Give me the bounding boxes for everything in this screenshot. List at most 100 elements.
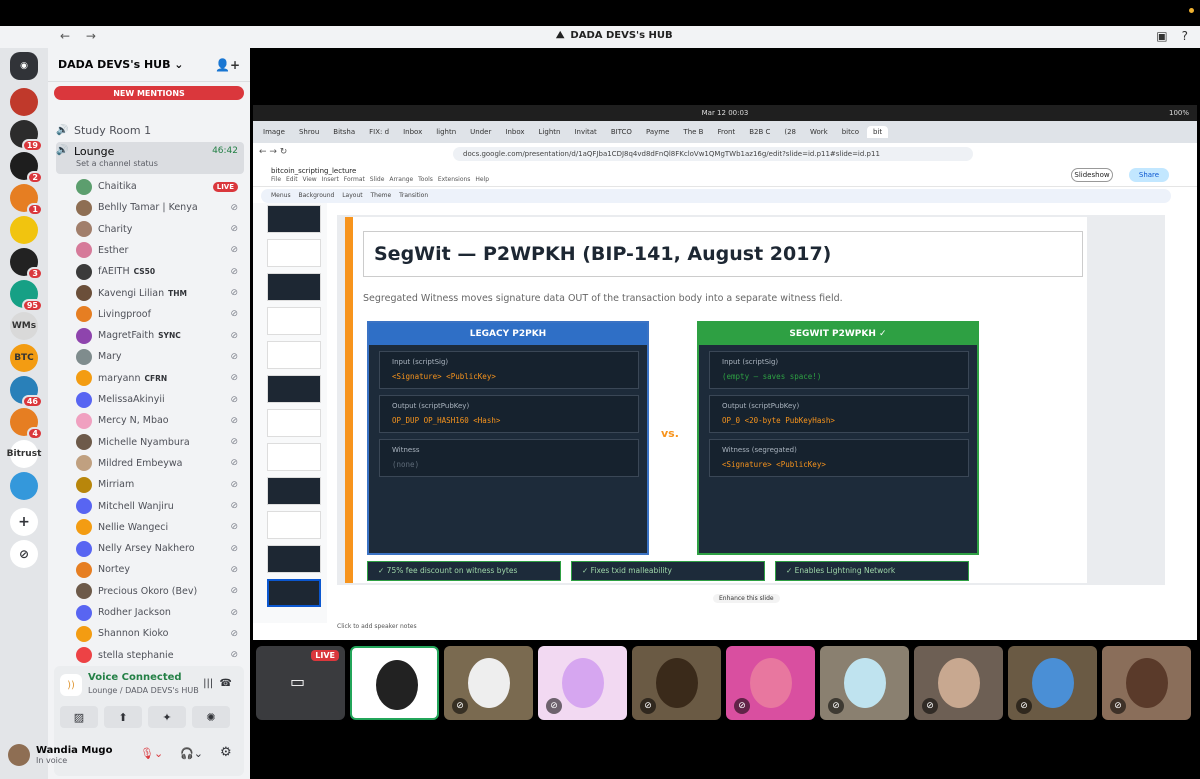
- browser-tab[interactable]: bitco: [836, 126, 865, 138]
- slide-thumbnail[interactable]: [267, 205, 321, 233]
- voice-member[interactable]: stella stephanie ⊘: [76, 645, 242, 666]
- mic-muted-icon[interactable]: 🎙⌄: [140, 747, 163, 760]
- back-forward-nav[interactable]: ← →: [60, 29, 102, 43]
- browser-tab[interactable]: bit: [867, 126, 889, 138]
- server-icon[interactable]: 4: [10, 408, 43, 440]
- camera-off-button[interactable]: ▨: [60, 706, 98, 728]
- browser-tab[interactable]: Bitsha: [327, 126, 361, 138]
- explore-icon[interactable]: ⊘: [10, 540, 38, 568]
- channel-lounge[interactable]: 🔊 Lounge 46:42 Set a channel status: [56, 142, 244, 174]
- channel-status[interactable]: Set a channel status: [76, 159, 158, 168]
- help-icon[interactable]: ?: [1182, 29, 1188, 43]
- slide[interactable]: SegWit — P2WPKH (BIP-141, August 2017) S…: [345, 217, 1087, 583]
- browser-tab[interactable]: (28: [778, 126, 802, 138]
- browser-tab[interactable]: Lightn: [533, 126, 567, 138]
- slide-thumbnail[interactable]: [267, 511, 321, 539]
- server-icon[interactable]: 3: [10, 248, 43, 280]
- browser-tab[interactable]: FIX: d: [363, 126, 395, 138]
- browser-tab[interactable]: Payme: [640, 126, 675, 138]
- participant-tile[interactable]: ⊘: [444, 646, 533, 720]
- voice-member[interactable]: Nortey ⊘: [76, 559, 242, 580]
- inbox-icon[interactable]: ▣: [1156, 29, 1167, 43]
- voice-member[interactable]: Precious Okoro (Bev) ⊘: [76, 581, 242, 602]
- shared-screen[interactable]: Mar 12 00:03 100% Image Shrou Bitsha FIX: dI…: [253, 105, 1197, 640]
- invite-icon[interactable]: 👤+: [215, 58, 240, 72]
- voice-member[interactable]: MelissaAkinyii ⊘: [76, 389, 242, 410]
- address-bar[interactable]: docs.google.com/presentation/d/1aQFJba1C…: [453, 147, 973, 161]
- voice-member[interactable]: Mildred Embeywa ⊘: [76, 453, 242, 474]
- settings-icon[interactable]: ⚙: [220, 745, 232, 760]
- voice-member[interactable]: Behlly Tamar | Kenya ⊘: [76, 197, 242, 218]
- server-icon[interactable]: [10, 216, 38, 244]
- voice-member[interactable]: maryann CFRN ⊘: [76, 368, 242, 389]
- server-icon[interactable]: Bitrust: [7, 440, 41, 468]
- browser-tab[interactable]: BITCO: [605, 126, 638, 138]
- participant-tile[interactable]: ⊘: [1102, 646, 1191, 720]
- browser-tab[interactable]: B2B C: [743, 126, 776, 138]
- server-icon[interactable]: 46: [10, 376, 43, 408]
- add-server-icon[interactable]: +: [10, 508, 38, 536]
- slide-thumbnail[interactable]: [267, 443, 321, 471]
- soundboard-button[interactable]: ✺: [192, 706, 230, 728]
- participant-tile[interactable]: ⊘: [538, 646, 627, 720]
- server-icon[interactable]: 19: [10, 120, 43, 152]
- channel-study-room[interactable]: 🔊 Study Room 1: [56, 120, 244, 140]
- slide-thumbnail[interactable]: [267, 545, 321, 573]
- participant-tile[interactable]: ⊘: [1008, 646, 1097, 720]
- browser-tab[interactable]: The B: [677, 126, 709, 138]
- voice-member[interactable]: MagretFaith SYNC ⊘: [76, 325, 242, 346]
- voice-member[interactable]: Rodher Jackson ⊘: [76, 602, 242, 623]
- voice-member[interactable]: Nelly Arsey Nakhero ⊘: [76, 538, 242, 559]
- participant-tile[interactable]: ⊘: [914, 646, 1003, 720]
- voice-member[interactable]: Kavengi Lilian THM ⊘: [76, 283, 242, 304]
- voice-member[interactable]: Nellie Wangeci ⊘: [76, 517, 242, 538]
- signal-icon[interactable]: ||| ☎: [203, 678, 232, 689]
- voice-member[interactable]: Chaitika LIVE: [76, 176, 242, 197]
- slide-thumbnail[interactable]: [267, 477, 321, 505]
- slide-thumbnail[interactable]: [267, 273, 321, 301]
- browser-tab[interactable]: Inbox: [397, 126, 428, 138]
- doc-menu[interactable]: File Edit View Insert Format Slide Arran…: [271, 176, 489, 183]
- server-icon[interactable]: BTC: [10, 344, 38, 372]
- voice-member[interactable]: Mirriam ⊘: [76, 474, 242, 495]
- activities-button[interactable]: ✦: [148, 706, 186, 728]
- enhance-slide-button[interactable]: Enhance this slide: [713, 594, 780, 603]
- speaker-notes[interactable]: Click to add speaker notes: [337, 623, 417, 630]
- slide-thumbnail[interactable]: [267, 239, 321, 267]
- new-mentions-button[interactable]: NEW MENTIONS: [54, 86, 244, 100]
- voice-member[interactable]: fAEITH CS50 ⊘: [76, 261, 242, 282]
- server-icon[interactable]: [10, 472, 38, 500]
- share-screen-button[interactable]: ⬆: [104, 706, 142, 728]
- browser-tab[interactable]: lightn: [430, 126, 462, 138]
- participant-tile[interactable]: ⊘: [632, 646, 721, 720]
- doc-title[interactable]: bitcoin_scripting_lecture: [271, 167, 356, 175]
- slide-thumbnail[interactable]: [267, 409, 321, 437]
- browser-tab[interactable]: Invitat: [568, 126, 602, 138]
- browser-tab[interactable]: Front: [711, 126, 741, 138]
- browser-tab[interactable]: Shrou: [293, 126, 325, 138]
- voice-member[interactable]: Mercy N, Mbao ⊘: [76, 410, 242, 431]
- discord-home-icon[interactable]: ◉: [10, 52, 38, 80]
- voice-member[interactable]: Esther ⊘: [76, 240, 242, 261]
- server-icon[interactable]: 95: [10, 280, 43, 312]
- headphones-icon[interactable]: 🎧⌄: [180, 747, 203, 760]
- server-icon[interactable]: [10, 88, 38, 116]
- browser-tab[interactable]: Under: [464, 126, 497, 138]
- server-icon[interactable]: WMs: [10, 312, 38, 340]
- voice-member[interactable]: Shannon Kioko ⊘: [76, 623, 242, 644]
- participant-tile[interactable]: ⊘: [820, 646, 909, 720]
- server-icon[interactable]: 2: [10, 152, 43, 184]
- server-icon[interactable]: 1: [10, 184, 43, 216]
- browser-tab[interactable]: Work: [804, 126, 834, 138]
- voice-location[interactable]: Lounge / DADA DEVS's HUB: [88, 686, 199, 695]
- slide-thumbnail[interactable]: [267, 307, 321, 335]
- share-button[interactable]: Share: [1129, 168, 1169, 182]
- participant-tile[interactable]: [350, 646, 439, 720]
- voice-member[interactable]: Mitchell Wanjiru ⊘: [76, 496, 242, 517]
- stream-tile[interactable]: LIVE ▭: [256, 646, 345, 720]
- voice-member[interactable]: Charity ⊘: [76, 219, 242, 240]
- voice-member[interactable]: Mary ⊘: [76, 346, 242, 367]
- voice-member[interactable]: Livingproof ⊘: [76, 304, 242, 325]
- participant-tile[interactable]: ⊘: [726, 646, 815, 720]
- guild-header[interactable]: DADA DEVS's HUB ⌄ 👤+: [48, 48, 250, 82]
